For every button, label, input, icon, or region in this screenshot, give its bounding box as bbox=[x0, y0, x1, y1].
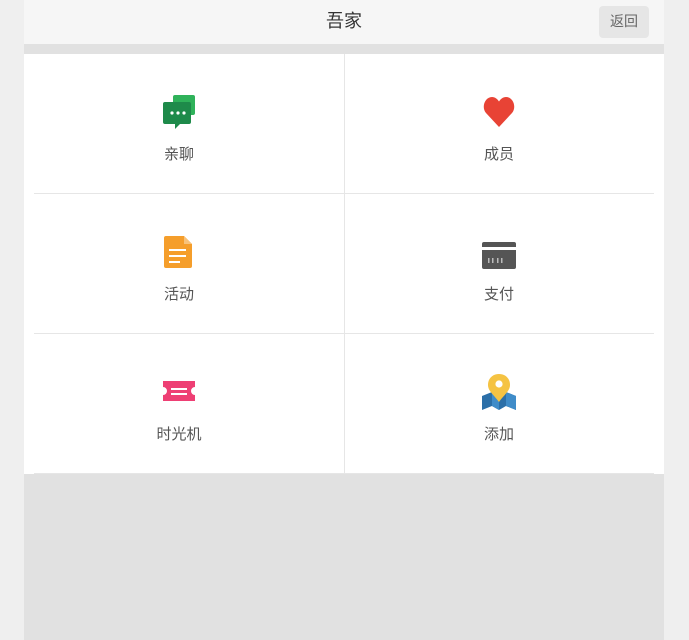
credit-card-icon bbox=[482, 234, 516, 270]
heart-icon bbox=[482, 94, 516, 130]
grid-item-members[interactable]: 成员 bbox=[344, 54, 664, 194]
grid-item-label: 成员 bbox=[483, 145, 514, 163]
grid-item-add[interactable]: 添加 bbox=[344, 334, 664, 474]
grid-item-payment[interactable]: 支付 bbox=[344, 194, 664, 334]
header-bar: 吾家 返回 bbox=[24, 0, 664, 44]
grid-item-label: 亲聊 bbox=[163, 145, 194, 163]
page-title: 吾家 bbox=[326, 11, 362, 32]
grid-item-chat[interactable]: 亲聊 bbox=[24, 54, 344, 194]
grid-item-label: 添加 bbox=[483, 425, 514, 443]
document-icon bbox=[162, 234, 196, 270]
grid-item-activity[interactable]: 活动 bbox=[24, 194, 344, 334]
chat-bubble-icon bbox=[162, 94, 196, 130]
back-button[interactable]: 返回 bbox=[599, 6, 649, 38]
app-window: 吾家 返回 亲聊 成员 活动 支付 时光机 添加 bbox=[24, 0, 664, 640]
feature-grid: 亲聊 成员 活动 支付 时光机 添加 bbox=[24, 54, 664, 474]
grid-item-label: 支付 bbox=[483, 285, 514, 303]
grid-item-timemachine[interactable]: 时光机 bbox=[24, 334, 344, 474]
map-pin-icon bbox=[482, 374, 516, 410]
ticket-icon bbox=[162, 374, 196, 410]
grid-item-label: 时光机 bbox=[156, 425, 202, 443]
grid-item-label: 活动 bbox=[163, 285, 194, 303]
